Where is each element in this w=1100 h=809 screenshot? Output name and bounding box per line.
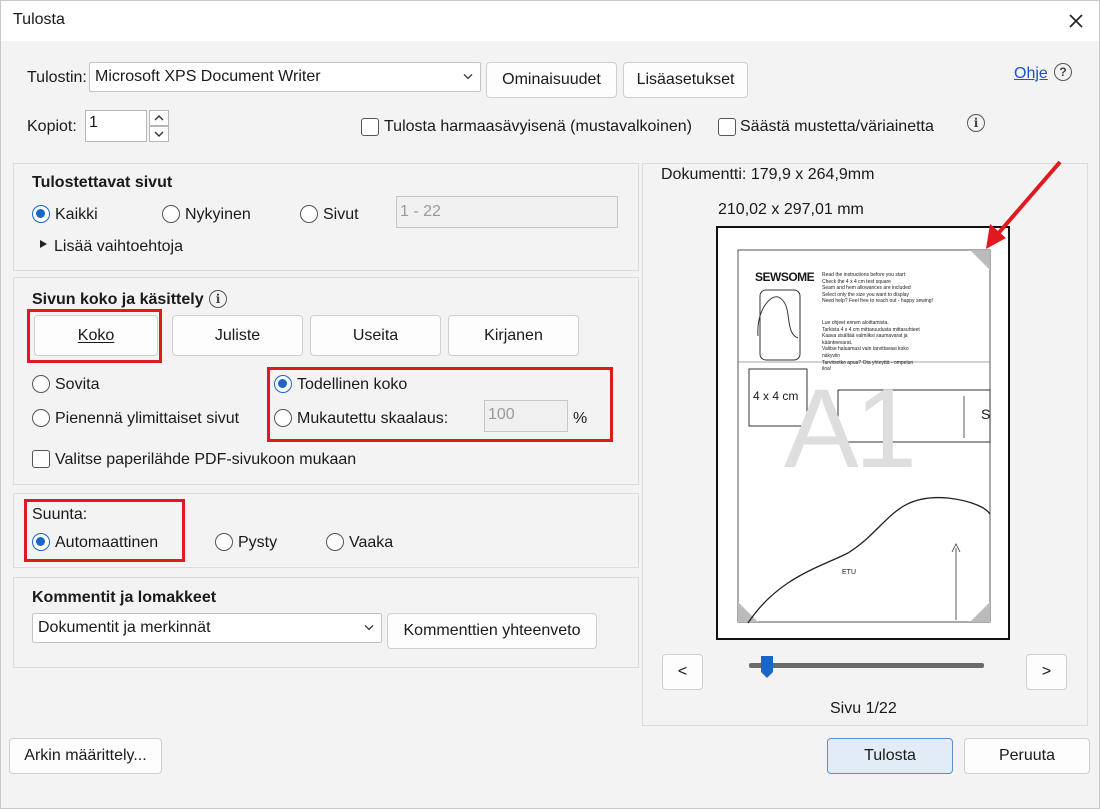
paper-source-checkbox[interactable] xyxy=(32,450,50,468)
pages-current-radio[interactable] xyxy=(162,205,180,223)
print-button[interactable]: Tulosta xyxy=(827,738,953,774)
preview-instruction: Need help? Feel free to reach out - happ… xyxy=(822,298,933,305)
printer-properties-button[interactable]: Ominaisuudet xyxy=(486,62,617,98)
advanced-settings-label: Lisäasetukset xyxy=(636,71,735,88)
slider-handle-icon xyxy=(761,656,774,678)
help-link[interactable]: Ohje xyxy=(1014,65,1048,83)
page-setup-label: Arkin määrittely... xyxy=(24,747,147,764)
tab-multiple[interactable]: Useita xyxy=(310,315,441,356)
preview-instruction: Read the instructions before you start xyxy=(822,272,906,278)
preview-instructions-en: Read the instructions before you start C… xyxy=(822,272,988,305)
highlight-scaling-options xyxy=(267,367,613,442)
pages-range-label: Sivut xyxy=(323,206,359,223)
printer-properties-label: Ominaisuudet xyxy=(502,71,601,88)
fit-radio[interactable] xyxy=(32,375,50,393)
tab-booklet[interactable]: Kirjanen xyxy=(448,315,579,356)
page-slider-handle[interactable] xyxy=(760,655,774,679)
print-dialog: Tulosta Tulostin: Microsoft XPS Document… xyxy=(0,0,1100,809)
pages-range-radio[interactable] xyxy=(300,205,318,223)
tab-multiple-label: Useita xyxy=(352,326,399,344)
pages-all-label: Kaikki xyxy=(55,206,98,223)
copies-decrement-button[interactable] xyxy=(149,126,169,142)
page-setup-button[interactable]: Arkin määrittely... xyxy=(9,738,162,774)
previous-page-button[interactable]: < xyxy=(662,654,703,690)
preview-instruction: Kaava sisältää valmiiksi saumavarat ja k… xyxy=(822,333,908,346)
tab-booklet-label: Kirjanen xyxy=(484,326,543,344)
pages-range-value: 1 - 22 xyxy=(400,203,441,220)
preview-instruction: Tarkista 4 x 4 cm mittaruudusta mittasuh… xyxy=(822,326,920,333)
print-label: Tulosta xyxy=(864,747,916,764)
shrink-radio[interactable] xyxy=(32,409,50,427)
chevron-up-icon xyxy=(154,115,164,121)
document-size-label: Dokumentti: 179,9 x 264,9mm xyxy=(661,166,875,183)
advanced-settings-button[interactable]: Lisäasetukset xyxy=(623,62,748,98)
preview-instruction: Seam and hem allowances are included xyxy=(822,285,911,292)
preview-watermark: A1 xyxy=(784,366,917,491)
highlight-size-tab xyxy=(27,309,162,363)
save-ink-label: Säästä mustetta/väriainetta xyxy=(740,118,934,135)
next-page-button[interactable]: > xyxy=(1026,654,1067,690)
next-page-label: > xyxy=(1041,663,1052,680)
preview-instruction: Lue ohjeet ennen aloittamista. xyxy=(822,320,889,326)
grayscale-checkbox[interactable] xyxy=(361,118,379,136)
copies-value: 1 xyxy=(89,114,98,131)
save-ink-checkbox[interactable] xyxy=(718,118,736,136)
close-button[interactable] xyxy=(1053,1,1099,41)
fit-label: Sovita xyxy=(55,376,100,393)
orientation-portrait-radio[interactable] xyxy=(215,533,233,551)
preview-instruction: Valitse haluamasi vain tarvittavasi koko… xyxy=(822,346,909,359)
orientation-landscape-radio[interactable] xyxy=(326,533,344,551)
grayscale-label: Tulosta harmaasävyisenä (mustavalkoinen) xyxy=(384,118,692,135)
pages-range-input[interactable]: 1 - 22 xyxy=(396,196,618,228)
title-bar: Tulosta xyxy=(1,1,1099,41)
printer-select[interactable]: Microsoft XPS Document Writer xyxy=(89,62,481,92)
comments-select[interactable]: Dokumentit ja merkinnät xyxy=(32,613,382,643)
comments-select-value: Dokumentit ja merkinnät xyxy=(38,619,211,636)
comments-summary-label: Kommenttien yhteenveto xyxy=(403,622,581,639)
paper-source-label: Valitse paperilähde PDF-sivukoon mukaan xyxy=(55,451,357,468)
orientation-portrait-label: Pysty xyxy=(238,534,278,551)
shrink-label: Pienennä ylimittaiset sivut xyxy=(55,410,240,427)
copies-increment-button[interactable] xyxy=(149,110,169,126)
preview-edge-letter: S xyxy=(981,406,991,422)
cancel-button[interactable]: Peruuta xyxy=(964,738,1090,774)
info-icon[interactable]: i xyxy=(967,114,985,132)
tab-poster-label: Juliste xyxy=(214,326,261,344)
orientation-landscape-label: Vaaka xyxy=(349,534,394,551)
tab-poster[interactable]: Juliste xyxy=(172,315,303,356)
pages-section-title: Tulostettavat sivut xyxy=(32,174,173,191)
annotation-arrow-icon xyxy=(986,160,1062,249)
paper-size-label: 210,02 x 297,01 mm xyxy=(718,201,864,218)
page-slider-track[interactable] xyxy=(749,663,984,668)
preview-instruction: Check the 4 x 4 cm test square xyxy=(822,278,891,285)
copies-label: Kopiot: xyxy=(27,118,77,135)
window-title: Tulosta xyxy=(13,11,65,28)
pages-all-radio[interactable] xyxy=(32,205,50,223)
page-preview: SEWSOME Read the instructions before you… xyxy=(716,226,1010,640)
printer-select-value: Microsoft XPS Document Writer xyxy=(95,68,321,85)
close-icon xyxy=(1069,14,1083,28)
copies-input[interactable]: 1 xyxy=(85,110,147,142)
help-question-icon[interactable]: ? xyxy=(1054,63,1072,81)
printer-label: Tulostin: xyxy=(27,69,87,86)
sizing-info-icon[interactable]: i xyxy=(209,290,227,308)
previous-page-label: < xyxy=(677,663,688,680)
highlight-orientation xyxy=(24,499,185,562)
comments-section-title: Kommentit ja lomakkeet xyxy=(32,589,217,606)
preview-piece-label: ETU xyxy=(842,569,856,576)
preview-brand: SEWSOME xyxy=(755,270,815,284)
comments-summary-button[interactable]: Kommenttien yhteenveto xyxy=(387,613,597,649)
expand-triangle-icon[interactable] xyxy=(39,239,48,249)
page-indicator: Sivu 1/22 xyxy=(830,700,897,717)
chevron-down-icon xyxy=(463,73,473,80)
pages-current-label: Nykyinen xyxy=(185,206,251,223)
chevron-down-icon xyxy=(364,624,374,631)
preview-instruction: Select only the size you want to display xyxy=(822,291,909,298)
sizing-section-title: Sivun koko ja käsittely xyxy=(32,291,204,308)
more-options-link[interactable]: Lisää vaihtoehtoja xyxy=(54,238,183,256)
chevron-down-icon xyxy=(154,131,164,137)
cancel-label: Peruuta xyxy=(998,747,1056,764)
